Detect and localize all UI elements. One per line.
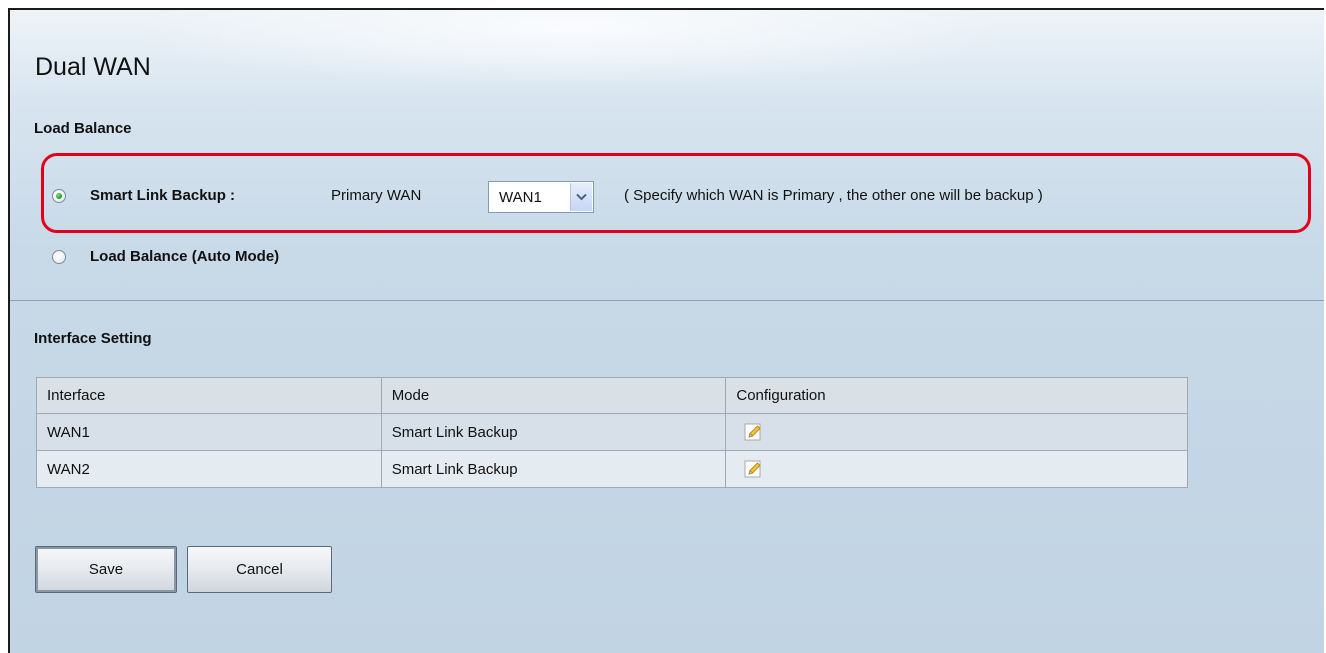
table-row: WAN2 Smart Link Backup bbox=[36, 450, 1188, 488]
column-header-configuration: Configuration bbox=[725, 377, 1188, 414]
smart-link-backup-radio[interactable] bbox=[52, 189, 66, 203]
column-header-mode: Mode bbox=[380, 377, 727, 414]
chevron-down-icon bbox=[576, 193, 587, 201]
interface-cell: WAN1 bbox=[36, 413, 382, 451]
radio-selected-dot bbox=[56, 193, 62, 199]
configuration-cell bbox=[725, 413, 1188, 451]
column-header-interface: Interface bbox=[36, 377, 382, 414]
page-frame: Dual WAN Load Balance Smart Link Backup … bbox=[8, 8, 1324, 653]
smart-link-backup-label: Smart Link Backup : bbox=[90, 187, 236, 204]
primary-wan-label: Primary WAN bbox=[331, 187, 422, 204]
dropdown-button[interactable] bbox=[570, 183, 592, 211]
primary-wan-value: WAN1 bbox=[499, 189, 542, 206]
primary-wan-select[interactable]: WAN1 bbox=[488, 181, 594, 213]
page-title: Dual WAN bbox=[35, 53, 151, 81]
interface-table: Interface Mode Configuration WAN1 Smart … bbox=[36, 377, 1188, 488]
interface-cell: WAN2 bbox=[36, 450, 382, 488]
load-balance-auto-radio[interactable] bbox=[52, 250, 66, 264]
edit-icon[interactable] bbox=[744, 423, 762, 441]
table-row: WAN1 Smart Link Backup bbox=[36, 413, 1188, 451]
mode-cell: Smart Link Backup bbox=[380, 450, 727, 488]
load-balance-heading: Load Balance bbox=[34, 120, 132, 137]
save-button[interactable]: Save bbox=[35, 546, 177, 593]
cancel-button[interactable]: Cancel bbox=[187, 546, 332, 593]
edit-icon[interactable] bbox=[744, 460, 762, 478]
primary-wan-hint: ( Specify which WAN is Primary , the oth… bbox=[624, 187, 1043, 204]
section-divider bbox=[10, 300, 1324, 301]
mode-cell: Smart Link Backup bbox=[380, 413, 727, 451]
header-gloss bbox=[120, 10, 1020, 90]
interface-setting-heading: Interface Setting bbox=[34, 330, 152, 347]
configuration-cell bbox=[725, 450, 1188, 488]
table-header-row: Interface Mode Configuration bbox=[36, 377, 1188, 414]
load-balance-auto-label: Load Balance (Auto Mode) bbox=[90, 248, 280, 265]
